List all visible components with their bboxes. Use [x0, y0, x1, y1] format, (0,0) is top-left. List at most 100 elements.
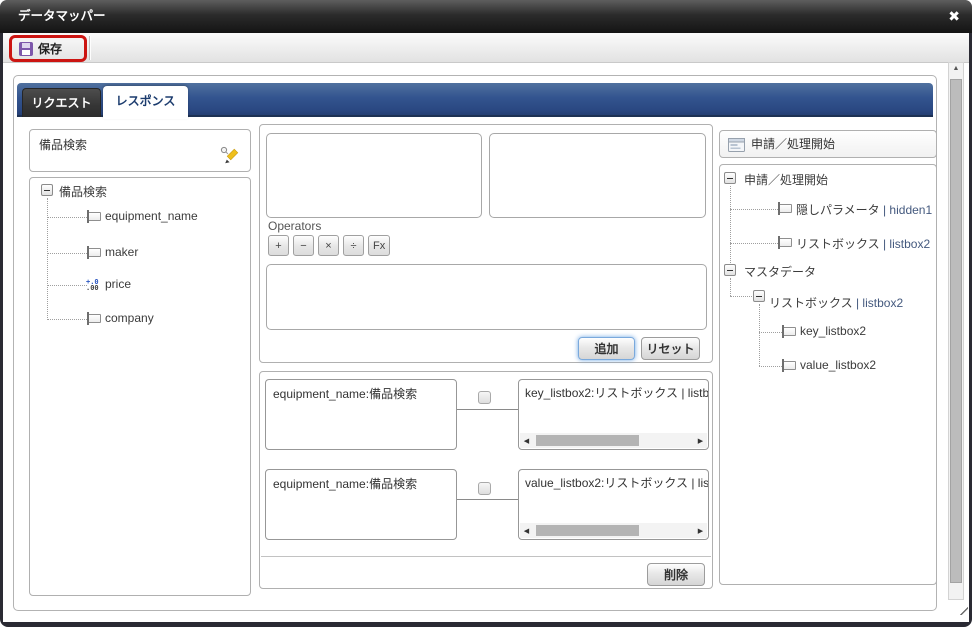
mapping-target-text: value_listbox2:リストボックス | listbox2 — [525, 476, 709, 490]
scroll-left-icon[interactable]: ◀ — [520, 433, 533, 448]
tab-bar: リクエスト レスポンス — [17, 83, 933, 117]
mapping-target-text: key_listbox2:リストボックス | listbox2 — [525, 386, 709, 400]
save-label: 保存 — [38, 40, 62, 57]
tab-response[interactable]: レスポンス — [103, 86, 188, 119]
divide-operator-button[interactable]: ÷ — [343, 235, 364, 256]
scrollbar-track[interactable] — [533, 523, 694, 538]
tree-node-listbox2-master[interactable]: リストボックス | listbox2 — [769, 294, 903, 311]
text-field-icon — [779, 238, 792, 247]
dialog-body: 保存 リクエスト レスポンス 備品検索 — [3, 33, 969, 622]
text-field-icon — [88, 314, 101, 323]
add-button[interactable]: 追加 — [578, 337, 635, 360]
tree-node-listbox2[interactable]: リストボックス | listbox2 — [796, 235, 930, 252]
mapping-target-box[interactable]: value_listbox2:リストボックス | listbox2 ◀ ▶ — [518, 469, 709, 540]
number-field-icon: +.0 .00 — [86, 279, 99, 291]
operator-buttons: + − × ÷ Fx — [268, 235, 390, 256]
text-field-icon — [783, 327, 796, 336]
tree-connector — [730, 243, 778, 244]
expression-builder-panel: Operators + − × ÷ Fx 追加 リセット — [259, 124, 713, 363]
data-mapper-dialog: データマッパー ✖ 保存 リクエスト レスポンス — [0, 0, 972, 627]
resize-grip-icon[interactable] — [954, 601, 968, 615]
text-field-icon — [779, 204, 792, 213]
tree-node-form-start[interactable]: 申請／処理開始 — [744, 171, 828, 188]
scrollbar-thumb[interactable] — [950, 79, 962, 583]
dialog-title: データマッパー — [18, 0, 106, 33]
save-floppy-icon — [19, 42, 33, 56]
tree-node-key-listbox2[interactable]: key_listbox2 — [800, 324, 866, 338]
scrollbar-thumb[interactable] — [536, 435, 639, 446]
tree-node-value-listbox2[interactable]: value_listbox2 — [800, 358, 876, 372]
divider — [261, 556, 711, 557]
mapping-source-box[interactable]: equipment_name:備品検索 — [265, 379, 457, 450]
annotation-highlight: 保存 — [9, 35, 87, 62]
text-field-icon — [783, 361, 796, 370]
horizontal-scrollbar: ◀ ▶ — [520, 523, 707, 538]
tree-connector — [47, 217, 87, 218]
scrollbar-thumb[interactable] — [536, 525, 639, 536]
toolbar: 保存 — [3, 33, 969, 63]
horizontal-scrollbar: ◀ ▶ — [520, 433, 707, 448]
mapping-connector-line — [457, 409, 518, 410]
mapping-connector-line — [457, 499, 518, 500]
tree-connector — [47, 253, 87, 254]
tree-node-price[interactable]: price — [105, 277, 131, 291]
operators-label: Operators — [268, 219, 321, 233]
save-button[interactable]: 保存 — [12, 38, 84, 59]
expander-minus-icon[interactable] — [724, 264, 736, 276]
expander-minus-icon[interactable] — [724, 172, 736, 184]
mapping-source-box[interactable]: equipment_name:備品検索 — [265, 469, 457, 540]
operand-left-dropzone[interactable] — [266, 133, 482, 218]
tree-node-equipment-name[interactable]: equipment_name — [105, 209, 198, 223]
form-icon — [728, 138, 745, 157]
tree-connector — [759, 332, 782, 333]
close-button[interactable]: ✖ — [948, 0, 960, 33]
expander-minus-icon[interactable] — [753, 290, 765, 302]
delete-button[interactable]: 削除 — [647, 563, 705, 586]
source-name-text: 備品検索 — [39, 136, 87, 153]
tree-node-hidden1[interactable]: 隠しパラメータ | hidden1 — [796, 201, 932, 218]
toolbar-separator — [89, 36, 91, 60]
tree-connector — [47, 285, 87, 286]
text-field-icon — [88, 212, 101, 221]
minus-operator-button[interactable]: − — [293, 235, 314, 256]
vertical-scrollbar: ▲ — [948, 62, 964, 600]
target-form-header[interactable]: 申請／処理開始 — [719, 130, 937, 158]
scroll-left-icon[interactable]: ◀ — [520, 523, 533, 538]
source-tree-panel: 備品検索 equipment_name maker +.0 .00 price — [29, 177, 251, 596]
tree-node-maker[interactable]: maker — [105, 245, 138, 259]
tree-node-master-data[interactable]: マスタデータ — [744, 263, 816, 280]
tree-connector — [730, 209, 778, 210]
scroll-right-icon[interactable]: ▶ — [694, 433, 707, 448]
scroll-up-icon[interactable]: ▲ — [949, 65, 963, 72]
mapping-panel: equipment_name:備品検索 key_listbox2:リストボックス… — [259, 371, 713, 589]
tab-request[interactable]: リクエスト — [22, 88, 101, 117]
source-name-field[interactable]: 備品検索 — [29, 129, 251, 172]
function-operator-button[interactable]: Fx — [368, 235, 390, 256]
edit-pencil-icon[interactable] — [220, 145, 240, 169]
dialog-frame: データマッパー ✖ 保存 リクエスト レスポンス — [0, 0, 972, 627]
tree-connector — [47, 319, 87, 320]
scroll-right-icon[interactable]: ▶ — [694, 523, 707, 538]
text-field-icon — [88, 248, 101, 257]
tree-connector — [759, 366, 782, 367]
target-tree-panel: 申請／処理開始 隠しパラメータ | hidden1 リストボックス | list… — [719, 164, 937, 585]
target-form-title: 申請／処理開始 — [751, 131, 835, 158]
tree-node-root[interactable]: 備品検索 — [59, 183, 107, 200]
mapping-checkbox[interactable] — [478, 391, 491, 404]
mapping-checkbox[interactable] — [478, 482, 491, 495]
tree-connector — [730, 186, 731, 269]
dialog-titlebar[interactable]: データマッパー ✖ — [0, 0, 972, 33]
tree-connector — [730, 278, 731, 296]
expander-minus-icon[interactable] — [41, 184, 53, 196]
operand-right-dropzone[interactable] — [489, 133, 706, 218]
tree-connector — [759, 304, 760, 366]
multiply-operator-button[interactable]: × — [318, 235, 339, 256]
main-panel: リクエスト レスポンス 備品検索 — [13, 75, 937, 611]
tree-connector — [730, 296, 752, 297]
plus-operator-button[interactable]: + — [268, 235, 289, 256]
mapping-target-box[interactable]: key_listbox2:リストボックス | listbox2 ◀ ▶ — [518, 379, 709, 450]
reset-button[interactable]: リセット — [641, 337, 700, 360]
tree-node-company[interactable]: company — [105, 311, 154, 325]
expression-result-box[interactable] — [266, 264, 707, 330]
scrollbar-track[interactable] — [533, 433, 694, 448]
